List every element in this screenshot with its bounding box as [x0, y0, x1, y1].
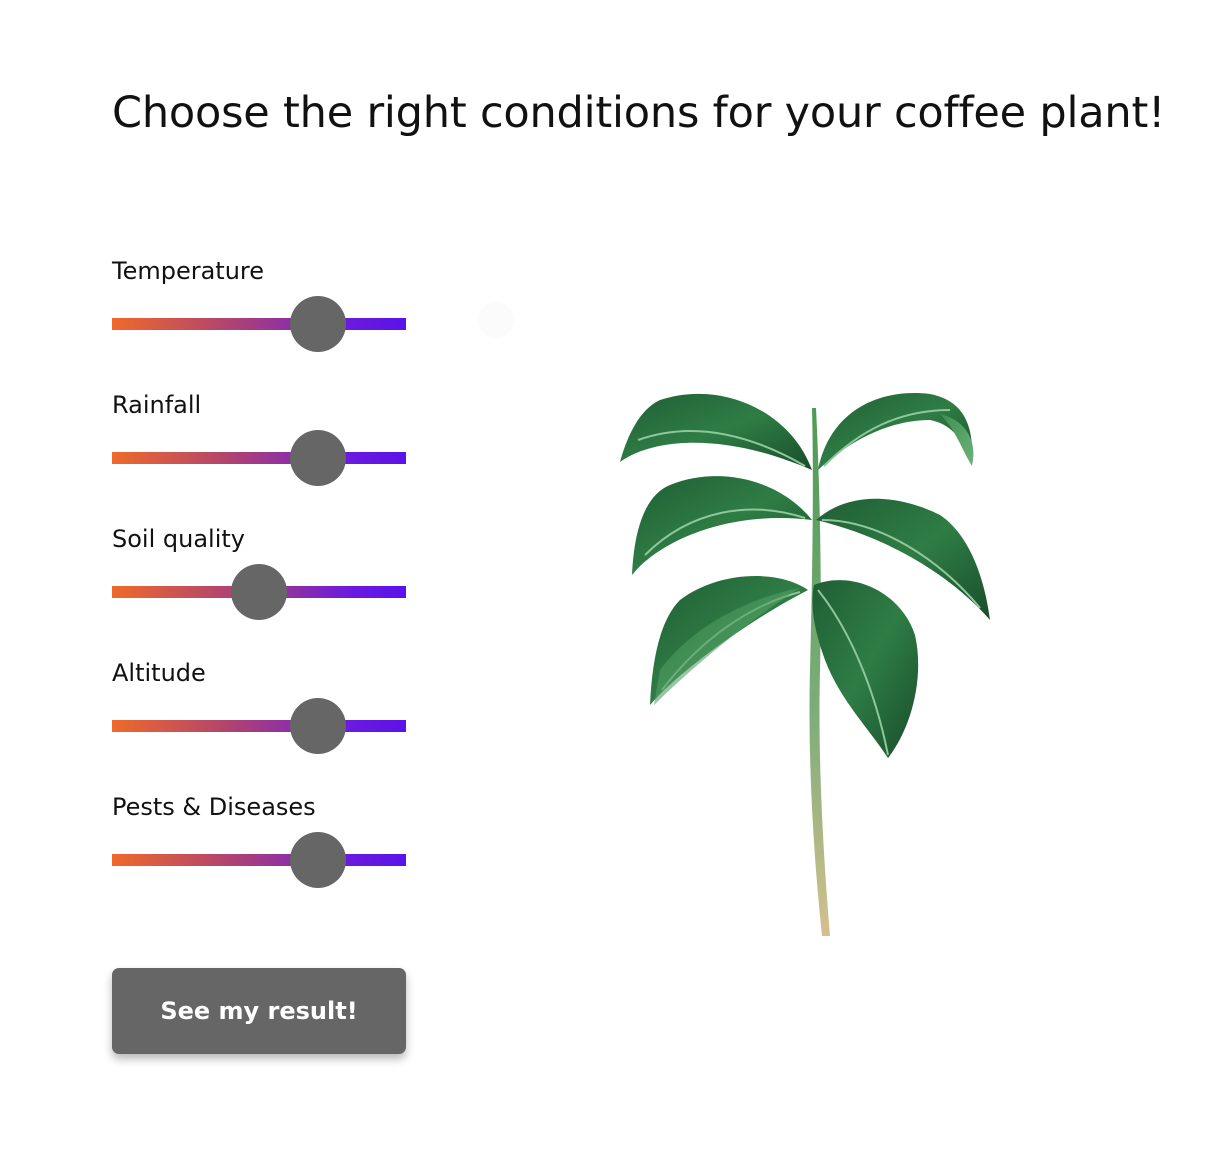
pests-diseases-slider-thumb[interactable] [289, 832, 346, 888]
page-title: Choose the right conditions for your cof… [112, 88, 1166, 138]
altitude-label: Altitude [112, 659, 206, 687]
temperature-label: Temperature [112, 257, 265, 285]
temperature-slider-thumb[interactable] [289, 296, 346, 352]
see-result-button[interactable]: See my result! [112, 968, 406, 1054]
pests-diseases-label: Pests & Diseases [112, 793, 316, 821]
soil-quality-label: Soil quality [112, 525, 245, 553]
decorative-dot [478, 302, 514, 338]
rainfall-slider-thumb[interactable] [289, 430, 346, 486]
altitude-slider-thumb[interactable] [289, 698, 346, 754]
pests-diseases-slider-track[interactable] [112, 854, 406, 866]
temperature-slider-track[interactable] [112, 318, 406, 330]
coffee-plant-illustration [620, 393, 990, 936]
altitude-slider-track[interactable] [112, 720, 406, 732]
soil-quality-slider-thumb[interactable] [231, 564, 287, 620]
rainfall-label: Rainfall [112, 391, 202, 419]
rainfall-slider-track[interactable] [112, 452, 406, 464]
